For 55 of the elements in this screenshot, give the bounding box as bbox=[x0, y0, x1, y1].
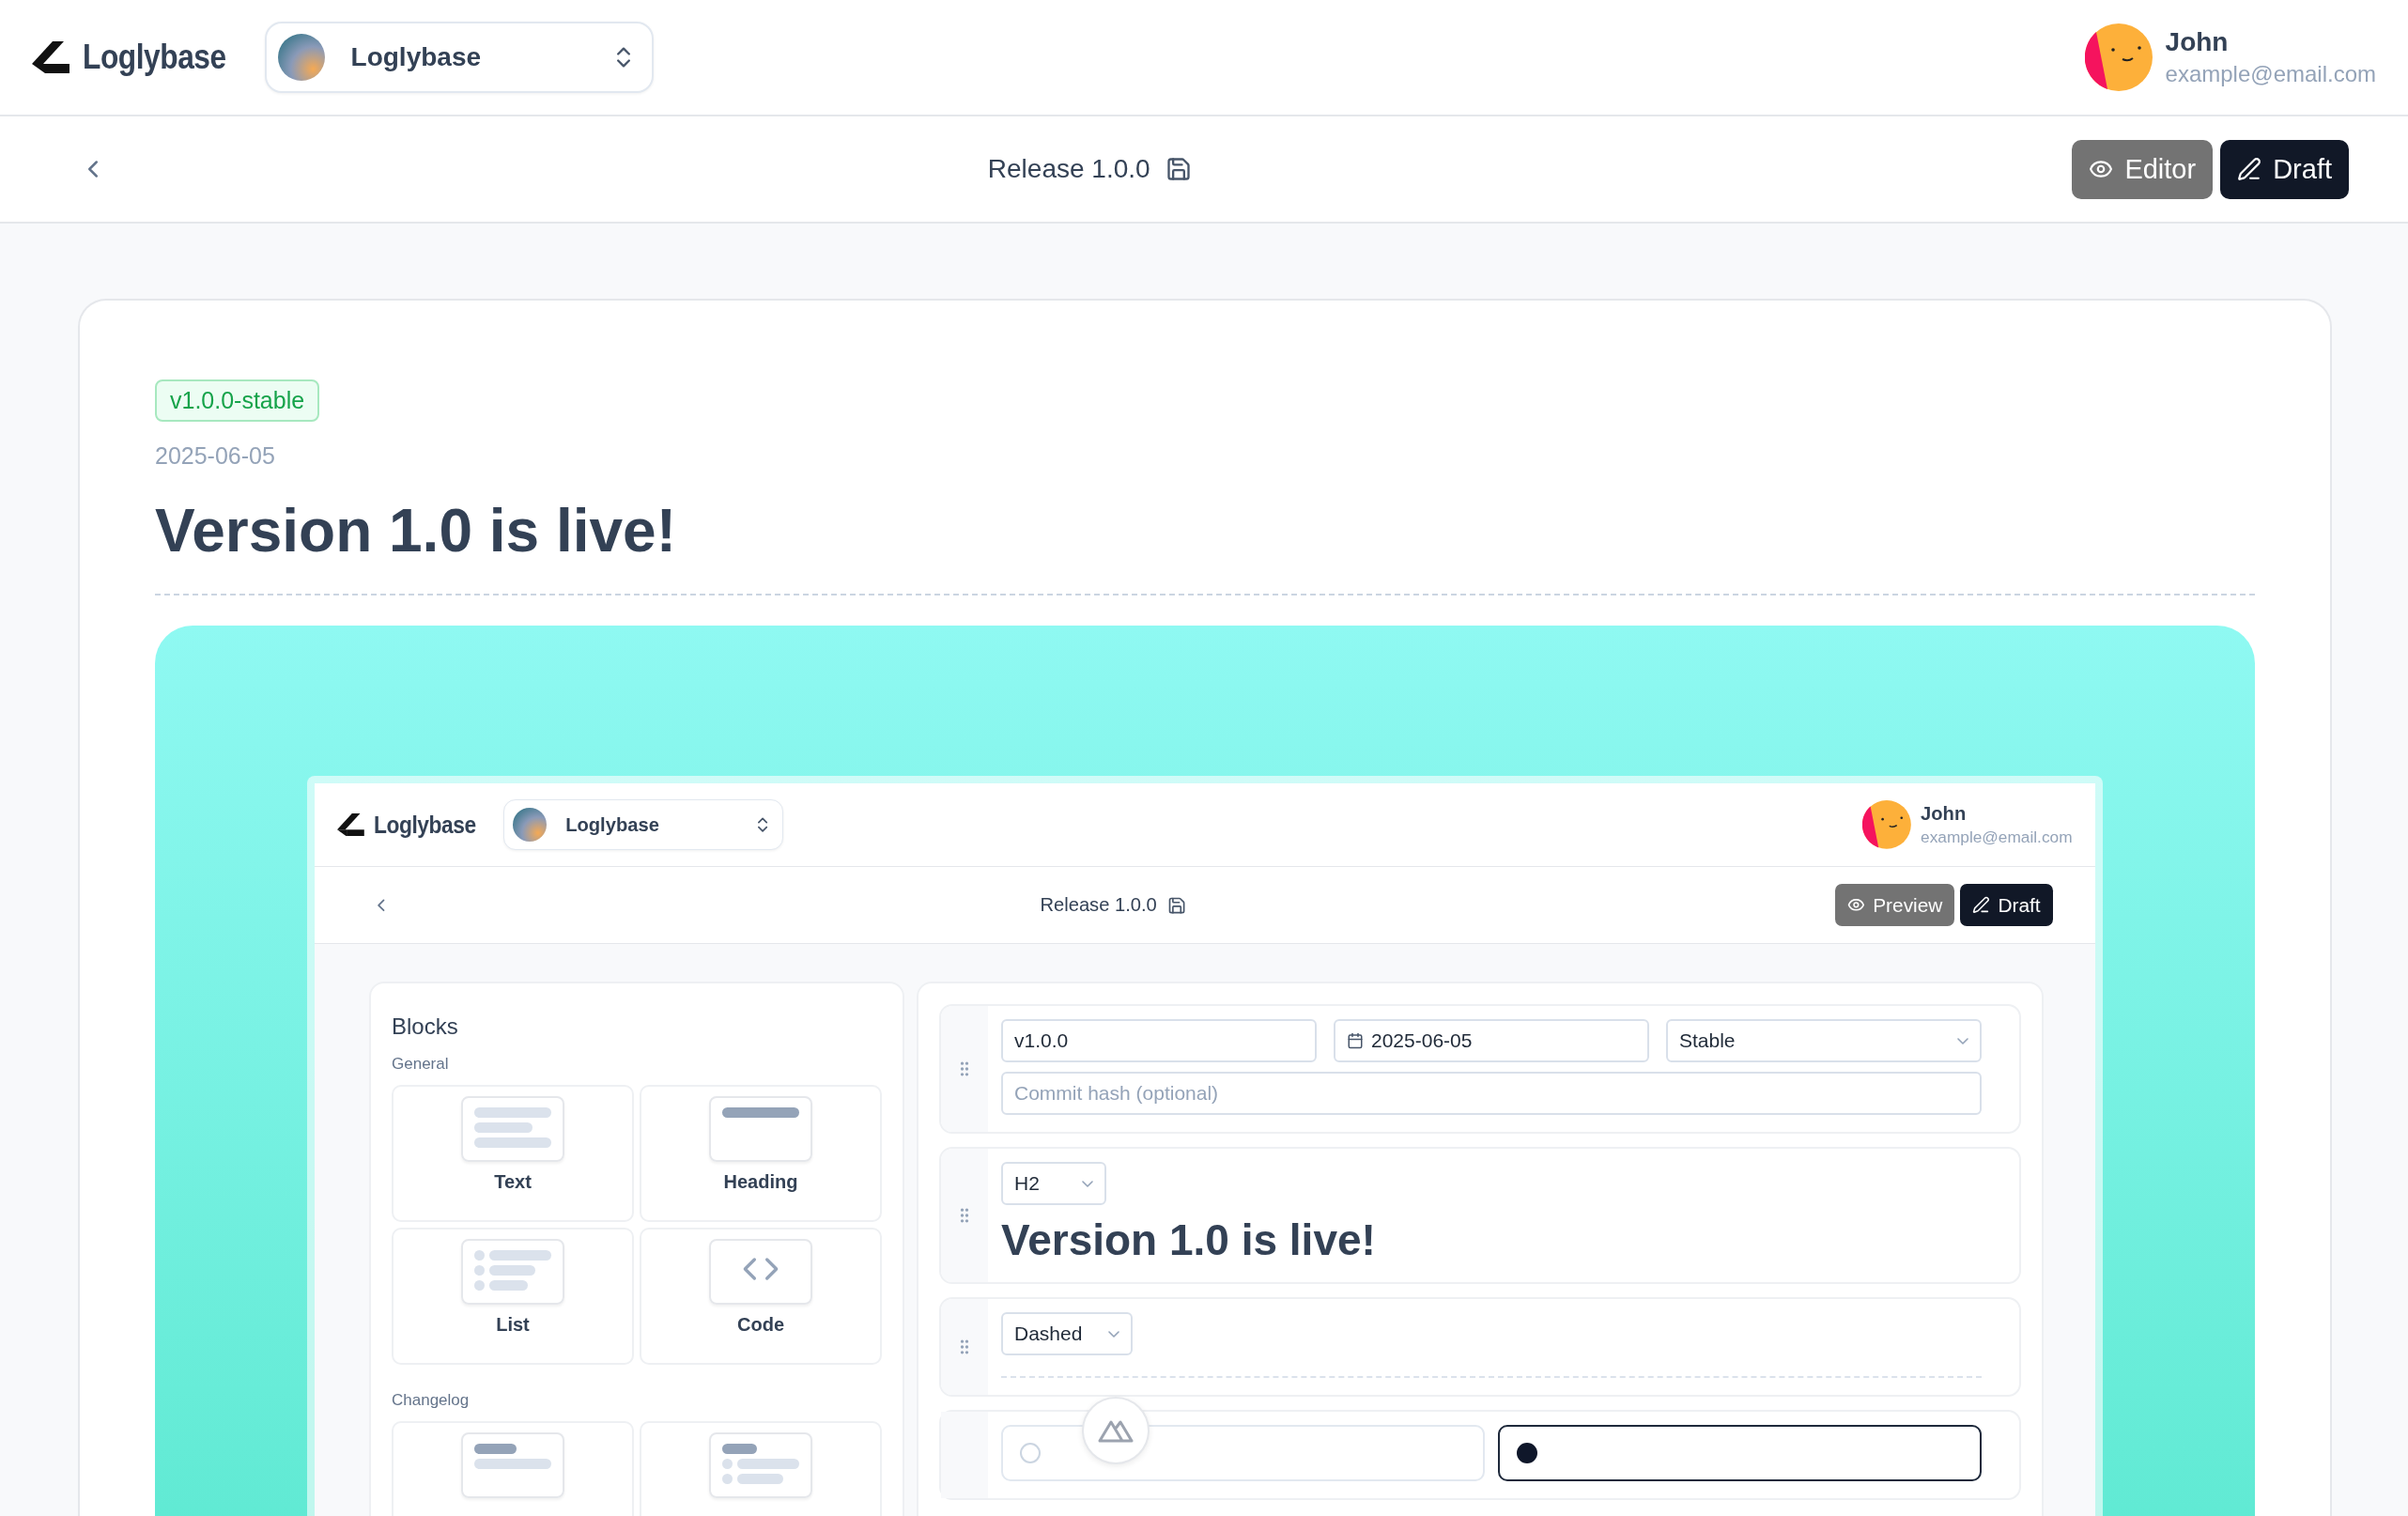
user-email: example@email.com bbox=[2165, 61, 2376, 87]
status-select[interactable]: Stable bbox=[1666, 1019, 1982, 1063]
project-avatar-icon bbox=[513, 808, 547, 843]
commit-hash-input[interactable]: Commit hash (optional) bbox=[1001, 1072, 1982, 1116]
heading-text: Version 1.0 is live! bbox=[1001, 1214, 1377, 1266]
release-date: 2025-06-05 bbox=[155, 442, 276, 470]
project-avatar-icon bbox=[277, 34, 325, 81]
view-mode-button[interactable]: Editor bbox=[2072, 139, 2214, 199]
text-block-thumbnail-icon bbox=[461, 1096, 564, 1163]
brand-name: Loglybase bbox=[83, 38, 226, 77]
divider-style-select[interactable]: Dashed bbox=[1001, 1312, 1133, 1356]
save-icon[interactable] bbox=[1165, 156, 1192, 182]
view-mode-button[interactable]: Preview bbox=[1834, 884, 1955, 927]
draft-button[interactable]: Draft bbox=[2220, 139, 2349, 199]
radio-button[interactable] bbox=[1517, 1443, 1537, 1464]
user-name: John bbox=[2165, 27, 2230, 57]
avatar-icon bbox=[2084, 23, 2153, 91]
list-block-thumbnail-icon bbox=[461, 1239, 564, 1306]
floating-button[interactable] bbox=[1082, 1397, 1150, 1465]
logo-icon bbox=[337, 812, 365, 837]
heading-level-select[interactable]: H2 bbox=[1001, 1162, 1106, 1206]
user-email: example@email.com bbox=[1921, 827, 2073, 847]
section-title: General bbox=[392, 1055, 450, 1075]
pen-icon bbox=[2237, 157, 2262, 181]
save-icon[interactable] bbox=[1167, 895, 1187, 915]
brand-name: Loglybase bbox=[374, 811, 477, 839]
logo-icon bbox=[32, 41, 69, 73]
chevron-down-icon bbox=[1108, 1330, 1119, 1338]
block-tile[interactable]: List bbox=[392, 1228, 634, 1366]
source-option[interactable] bbox=[1498, 1425, 1982, 1482]
heading-text-block-thumbnail-icon bbox=[461, 1432, 564, 1499]
chevron-down-icon bbox=[1957, 1037, 1968, 1044]
avatar-icon bbox=[1862, 800, 1911, 850]
heading-block-thumbnail-icon bbox=[709, 1096, 812, 1163]
block-tile[interactable]: Code bbox=[640, 1228, 882, 1366]
block-tile[interactable]: Heading bbox=[640, 1085, 882, 1223]
version-badge: v1.0.0-stable bbox=[155, 379, 320, 422]
draft-button[interactable]: Draft bbox=[1960, 884, 2053, 927]
block-tile[interactable]: Text bbox=[392, 1085, 634, 1223]
release-title: Release 1.0.0 bbox=[987, 154, 1150, 184]
panel-title: Blocks bbox=[392, 1013, 459, 1041]
calendar-icon bbox=[1347, 1032, 1364, 1050]
project-selector[interactable]: Loglybase bbox=[264, 22, 654, 93]
date-input[interactable]: 2025-06-05 bbox=[1334, 1019, 1649, 1063]
mountain-icon bbox=[1098, 1418, 1134, 1444]
project-selector[interactable]: Loglybase bbox=[503, 798, 784, 851]
user-name: John bbox=[1921, 802, 1968, 825]
version-input[interactable]: v1.0.0 bbox=[1001, 1019, 1317, 1063]
code-block-thumbnail-icon bbox=[709, 1239, 812, 1306]
release-heading: Version 1.0 is live! bbox=[155, 496, 677, 565]
pen-icon bbox=[1972, 896, 1990, 915]
section-title: Changelog bbox=[392, 1391, 471, 1411]
chevron-down-icon bbox=[1082, 1180, 1093, 1187]
release-title: Release 1.0.0 bbox=[1040, 894, 1157, 917]
heading-list-block-thumbnail-icon bbox=[709, 1432, 812, 1499]
